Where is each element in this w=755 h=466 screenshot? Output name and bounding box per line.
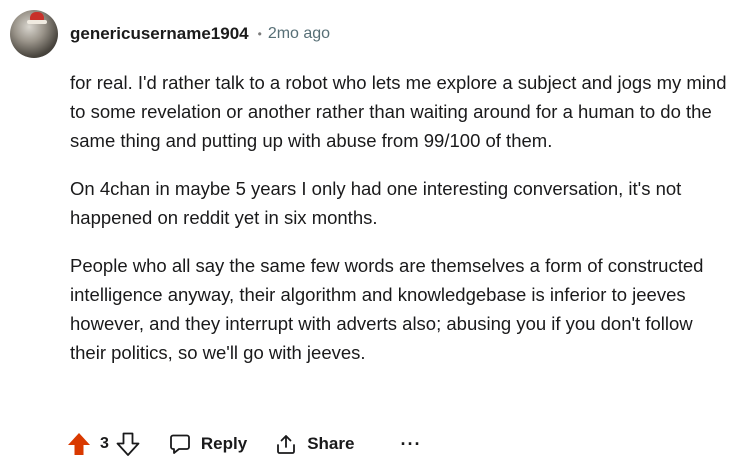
upvote-icon[interactable] (66, 431, 92, 457)
downvote-icon[interactable] (115, 431, 141, 457)
comment-paragraph: for real. I'd rather talk to a robot who… (70, 72, 727, 151)
comment-bubble-icon (170, 434, 190, 454)
timestamp[interactable]: 2mo ago (268, 25, 330, 43)
vote-controls: 3 (66, 431, 141, 457)
comment: genericusername1904 • 2mo ago for real. … (0, 0, 755, 466)
comment-paragraph: People who all say the same few words ar… (70, 255, 704, 363)
share-icon (277, 435, 296, 454)
avatar-santa-hat (27, 12, 47, 24)
comment-header: genericusername1904 • 2mo ago (10, 10, 330, 58)
more-options-button[interactable]: ··· (400, 434, 421, 455)
reply-button[interactable]: Reply (169, 433, 247, 455)
avatar[interactable] (10, 10, 58, 58)
username[interactable]: genericusername1904 (70, 24, 249, 44)
share-button[interactable]: Share (275, 433, 354, 455)
comment-paragraph: On 4chan in maybe 5 years I only had one… (70, 178, 682, 228)
vote-score: 3 (100, 435, 109, 452)
comment-body: for real. I'd rather talk to a robot who… (70, 68, 730, 386)
meta-separator: • (257, 27, 262, 41)
comment-actions: 3 Reply Share ··· (66, 428, 421, 460)
share-label: Share (307, 434, 355, 453)
reply-label: Reply (200, 434, 248, 453)
